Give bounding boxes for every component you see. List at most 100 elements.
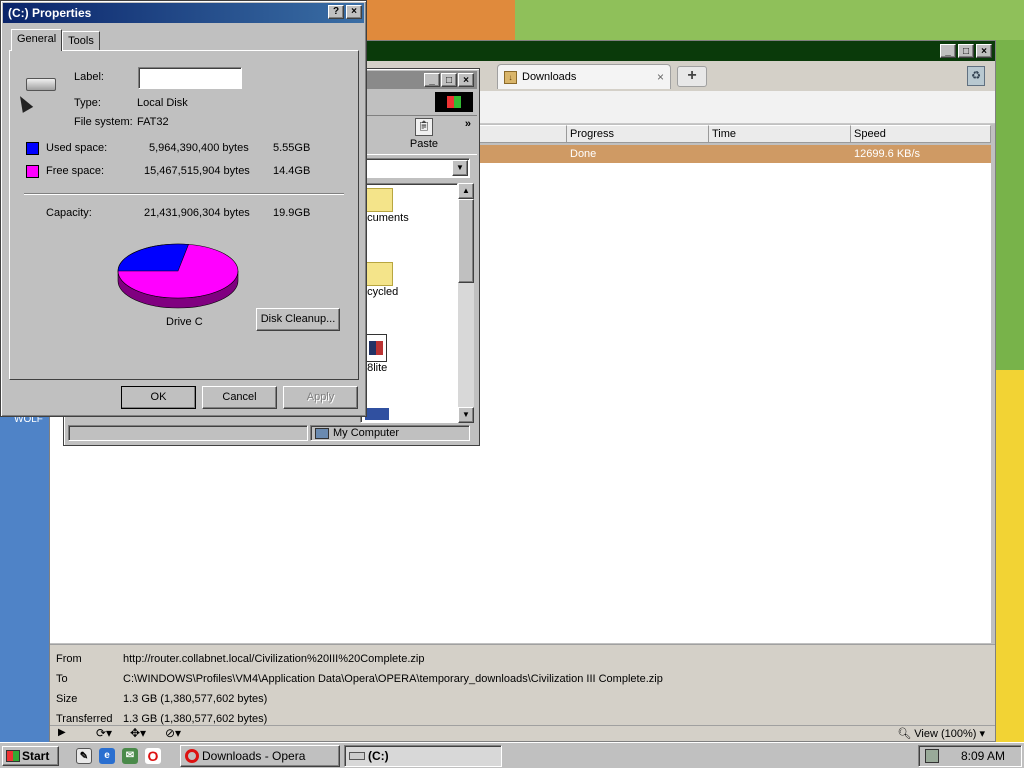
download-time [709,145,851,163]
start-button[interactable]: Start [2,746,59,766]
paste-label: Paste [409,138,439,150]
file-item[interactable]: 98lite [361,334,457,374]
details-to-value: C:\WINDOWS\Profiles\VM4\Application Data… [123,673,663,685]
ok-button[interactable]: OK [121,386,196,409]
zoom-label: View (100%) [914,728,977,740]
taskbar-item-label: (C:) [368,749,389,763]
filesystem-caption: File system: [74,116,133,128]
disk-usage-pie [117,243,239,309]
vertical-scrollbar[interactable]: ▲ ▼ [458,183,474,423]
reload-icon[interactable]: ⟳▾ [96,726,112,740]
minimize-button[interactable]: _ [940,44,956,58]
zoom-control[interactable]: 🔍︎ View (100%) ▾ [897,727,985,740]
disk-cleanup-button[interactable]: Disk Cleanup... [256,308,340,331]
column-header-time[interactable]: Time [709,125,851,143]
tab-title: Downloads [522,71,577,83]
share-icon[interactable]: ✥▾ [130,726,146,740]
drive-caption: Drive C [166,316,203,328]
tab-downloads[interactable]: ↓ Downloads × [497,64,671,89]
clock[interactable]: 8:09 AM [961,749,1005,763]
computer-icon [315,427,329,439]
desktop-quicklaunch-icon[interactable]: ✎ [76,748,92,764]
network-tray-icon[interactable] [925,749,939,763]
scroll-up-icon[interactable]: ▲ [458,183,474,199]
label-input[interactable] [138,67,242,89]
general-panel: Label: Type: Local Disk File system: FAT… [9,50,359,380]
taskbar-item-drive[interactable]: (C:) [344,745,502,767]
label-caption: Label: [74,71,104,83]
download-progress: Done [570,148,597,160]
properties-titlebar[interactable]: (C:) Properties ? × [3,3,364,23]
details-to-label: To [56,673,68,685]
my-computer-status-bar: My Computer [66,423,477,443]
opera-quicklaunch-icon[interactable]: O [145,748,161,764]
dropdown-arrow-icon[interactable]: ▼ [452,160,468,176]
free-space-caption: Free space: [46,165,105,177]
folder-view[interactable]: ocuments ecycled 98lite [360,183,458,423]
folder-icon [363,262,393,286]
tab-general[interactable]: General [11,29,63,51]
filesystem-value: FAT32 [137,116,169,128]
start-label: Start [22,749,50,763]
scroll-thumb[interactable] [458,199,474,283]
address-dropdown[interactable]: ▼ [362,158,470,178]
pie-used-slice [117,243,189,272]
turbo-icon[interactable]: ⊘▾ [165,726,181,740]
close-button[interactable]: × [458,73,474,87]
status-location: My Computer [333,427,400,439]
windows-flag-icon [6,750,20,762]
maximize-button[interactable]: □ [441,73,457,87]
capacity-bytes: 21,431,906,304 bytes [144,207,250,219]
close-button[interactable]: × [976,44,992,58]
paste-icon: 📋︎ [415,118,433,136]
folder-item[interactable]: ecycled [361,262,457,298]
system-tray: 8:09 AM [918,745,1022,767]
opera-icon [185,749,199,763]
apply-button[interactable]: Apply [283,386,358,409]
opera-status-bar: ▶ ⟳▾ ✥▾ ⊘▾ 🔍︎ View (100%) ▾ [50,725,995,741]
outlook-quicklaunch-icon[interactable]: ✉ [122,748,138,764]
divider [24,193,344,195]
partial-item-icon [365,408,389,420]
dialog-title: (C:) Properties [8,6,92,20]
paste-button[interactable]: 📋︎ Paste [394,118,454,150]
download-icon: ↓ [504,70,517,84]
folder-item-label: ocuments [361,212,409,224]
capacity-caption: Capacity: [46,207,92,219]
details-size-value: 1.3 GB (1,380,577,602 bytes) [123,693,268,705]
download-details-panel: From http://router.collabnet.local/Civili… [50,644,995,727]
taskbar-item-label: Downloads - Opera [202,749,306,763]
used-space-caption: Used space: [46,142,108,154]
free-space-gb: 14.4GB [273,165,311,177]
tab-tools[interactable]: Tools [62,31,100,51]
ie-quicklaunch-icon[interactable]: e [99,748,115,764]
used-space-gb: 5.55GB [273,142,311,154]
taskbar-item-opera[interactable]: Downloads - Opera [180,745,340,767]
properties-tabs: General Tools [11,29,100,51]
maximize-button[interactable]: □ [958,44,974,58]
close-button[interactable]: × [346,5,362,19]
details-from-value: http://router.collabnet.local/Civilizati… [123,653,425,665]
details-transferred-value: 1.3 GB (1,380,577,602 bytes) [123,713,268,725]
toolbar-chevron[interactable]: » [465,118,471,130]
free-space-swatch [26,165,39,178]
download-speed: 12699.6 KB/s [854,148,921,160]
column-header-speed[interactable]: Speed [851,125,991,143]
hard-drive-icon [26,78,56,91]
details-transferred-label: Transferred [56,713,113,725]
panel-toggle-icon[interactable]: ▶ [58,727,66,738]
minimize-button[interactable]: _ [424,73,440,87]
folder-item[interactable]: ocuments [361,188,457,224]
used-space-bytes: 5,964,390,400 bytes [149,142,249,154]
help-button[interactable]: ? [328,5,344,19]
mouse-cursor-icon [14,93,34,113]
cancel-button[interactable]: Cancel [202,386,277,409]
used-space-swatch [26,142,39,155]
column-header-progress[interactable]: Progress [567,125,709,143]
new-tab-button[interactable]: + [677,66,707,87]
trash-icon[interactable]: ♻ [967,66,985,86]
type-caption: Type: [74,97,101,109]
scroll-down-icon[interactable]: ▼ [458,407,474,423]
capacity-gb: 19.9GB [273,207,311,219]
tab-close-icon[interactable]: × [657,70,664,84]
